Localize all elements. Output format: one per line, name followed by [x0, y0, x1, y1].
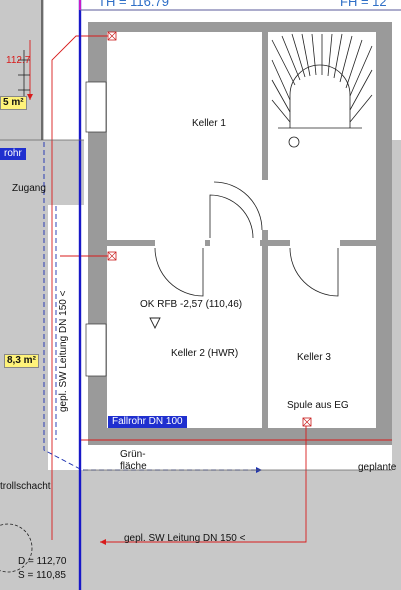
- sw-bottom-label: gepl. SW Leitung DN 150 <: [124, 533, 246, 544]
- s-value-label: S = 110,85: [18, 570, 66, 581]
- left-red-value: 112.7: [6, 55, 31, 66]
- surround-area-bottom: [84, 470, 401, 590]
- keller1-label: Keller 1: [192, 118, 226, 129]
- header-right-label: FH = 12: [340, 0, 387, 9]
- sw-vertical-label: gepl. SW Leitung DN 150 <: [58, 290, 69, 412]
- door-opening-keller2: [155, 238, 205, 248]
- room-keller-2: [107, 246, 262, 428]
- header-left-label: TH = 116.79: [98, 0, 169, 9]
- keller3-label: Keller 3: [297, 352, 331, 363]
- kontrollschacht-label: trollschacht: [0, 481, 51, 492]
- gruen-label-2: fläche: [120, 461, 147, 472]
- window-upper: [85, 81, 107, 133]
- spule-label: Spule aus EG: [287, 400, 349, 411]
- tag-left: rohr: [0, 148, 26, 160]
- area-tag-top: 5 m²: [0, 96, 27, 110]
- fallrohr-label: Fallrohr DN 100: [108, 416, 187, 428]
- ok-rfb-label: OK RFB -2,57 (110,46): [140, 299, 243, 310]
- zugang-label: Zugang: [12, 183, 46, 194]
- geplante-label: geplante: [358, 462, 397, 473]
- keller2-label: Keller 2 (HWR): [171, 348, 239, 359]
- room-keller-1: [107, 32, 262, 240]
- window-lower: [85, 323, 107, 377]
- door-opening-keller1: [210, 238, 260, 248]
- area-tag-mid: 8,3 m²: [4, 354, 39, 368]
- surround-area-top-left: [0, 0, 44, 140]
- gruen-label-1: Grün-: [120, 449, 146, 460]
- d-value-label: D = 112,70: [18, 556, 67, 567]
- door-opening-keller3: [290, 238, 340, 248]
